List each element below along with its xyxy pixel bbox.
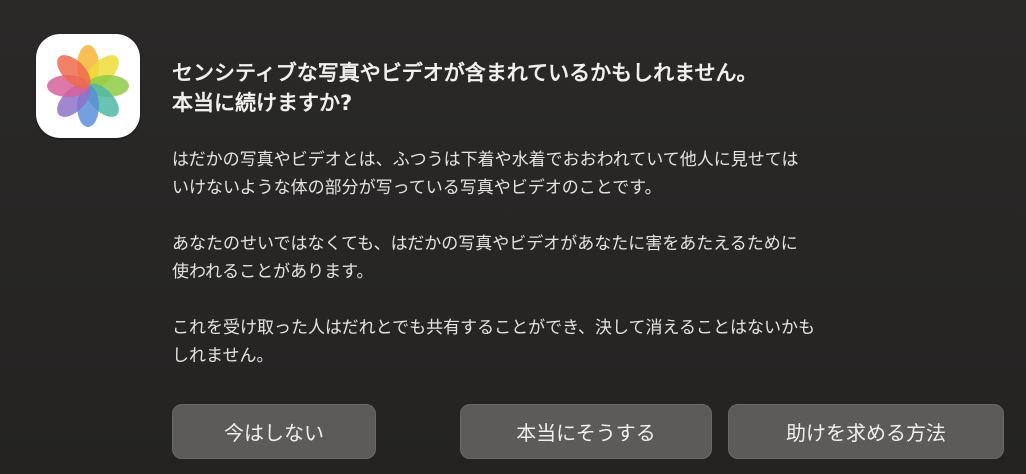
message-paragraph-3: これを受け取った人はだれとでも共有することができ、決して消えることはないかも し… — [172, 314, 992, 370]
message-paragraph-1-line-1: はだかの写真やビデオとは、ふつうは下着や水着でおおわれていて他人に見せては — [172, 150, 799, 170]
photos-app-icon — [36, 34, 140, 138]
message-paragraph-3-line-2: しれません。 — [172, 346, 274, 366]
dialog-title: センシティブな写真やビデオが含まれているかもしれません。 本当に続けますか? — [172, 58, 992, 118]
get-help-button[interactable]: 助けを求める方法 — [728, 404, 1004, 459]
dialog-title-line-1: センシティブな写真やビデオが含まれているかもしれません。 — [172, 61, 758, 85]
message-paragraph-2: あなたのせいではなくても、はだかの写真やビデオがあなたに害をあたえるために 使わ… — [172, 230, 992, 286]
message-paragraph-1-line-2: いけないような体の部分が写っている写真やビデオのことです。 — [172, 178, 662, 198]
photos-flower-icon — [47, 45, 129, 127]
confirm-view-button[interactable]: 本当にそうする — [460, 404, 712, 459]
message-paragraph-2-line-2: 使われることがあります。 — [172, 262, 374, 282]
not-now-button[interactable]: 今はしない — [172, 404, 376, 459]
message-paragraph-3-line-1: これを受け取った人はだれとでも共有することができ、決して消えることはないかも — [172, 318, 815, 338]
message-paragraph-2-line-1: あなたのせいではなくても、はだかの写真やビデオがあなたに害をあたえるために — [172, 234, 798, 254]
dialog-message: はだかの写真やビデオとは、ふつうは下着や水着でおおわれていて他人に見せては いけ… — [172, 146, 992, 398]
message-paragraph-1: はだかの写真やビデオとは、ふつうは下着や水着でおおわれていて他人に見せては いけ… — [172, 146, 992, 202]
dialog-title-line-2: 本当に続けますか? — [172, 91, 353, 115]
sensitive-content-dialog: センシティブな写真やビデオが含まれているかもしれません。 本当に続けますか? は… — [0, 0, 1026, 474]
